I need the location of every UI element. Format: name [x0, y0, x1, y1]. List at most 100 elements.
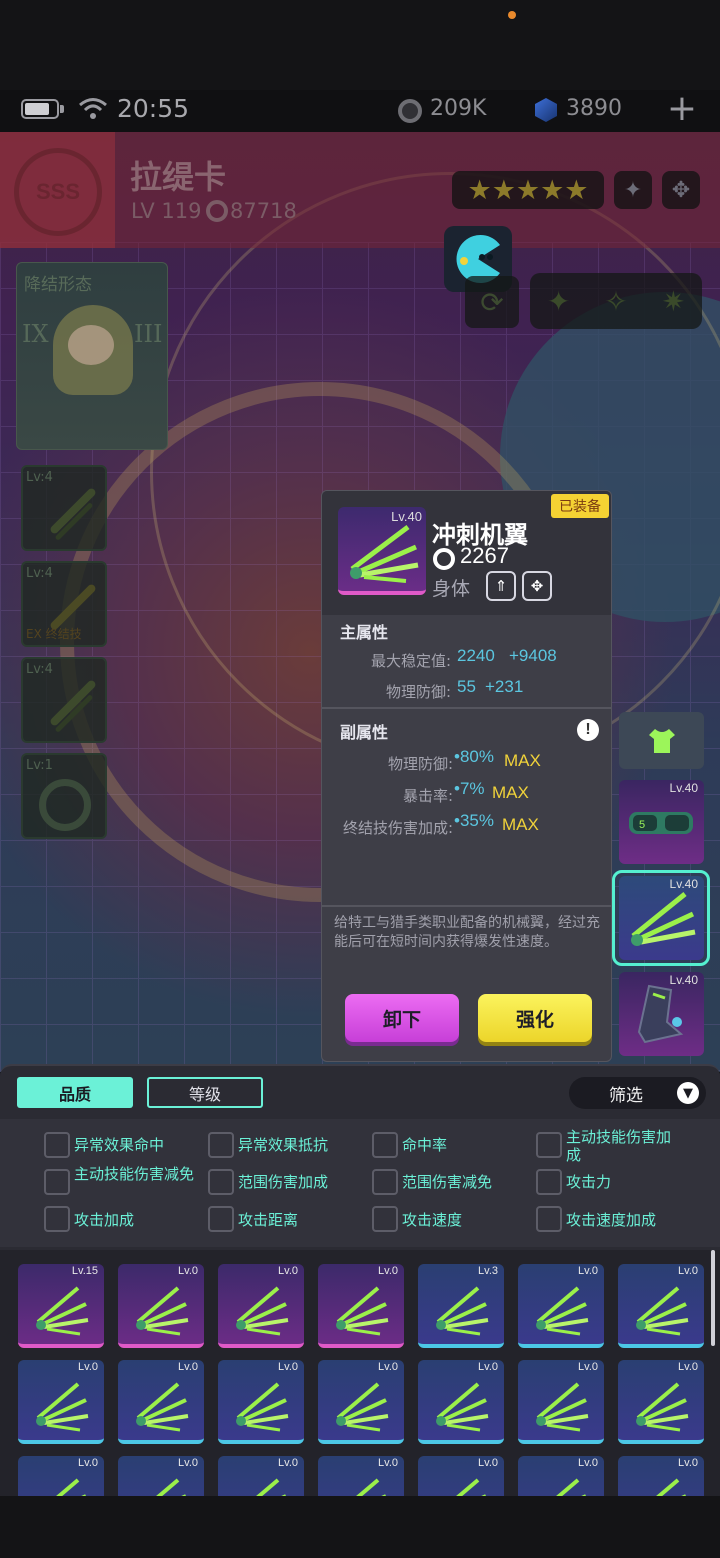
- info-icon[interactable]: !: [577, 719, 599, 741]
- filter-label: 攻击速度: [402, 1211, 463, 1229]
- slot-level: Lv:4: [26, 470, 53, 485]
- side-equip-slot[interactable]: Lv:4: [21, 465, 107, 551]
- inventory-item[interactable]: Lv.0: [618, 1456, 704, 1496]
- filter-checkbox[interactable]: [536, 1132, 562, 1158]
- skill-slot-1[interactable]: ✦: [547, 285, 570, 318]
- enhance-button[interactable]: 强化: [478, 994, 592, 1042]
- filter-checkbox[interactable]: [208, 1169, 234, 1195]
- inventory-item[interactable]: Lv.15: [18, 1264, 104, 1348]
- equip-slot-wings[interactable]: Lv.40: [619, 876, 704, 960]
- wing-icon: [156, 1478, 186, 1496]
- sub-stats-title: 副属性: [340, 723, 389, 742]
- inventory-item[interactable]: Lv.0: [318, 1360, 404, 1444]
- inventory-item[interactable]: Lv.0: [418, 1456, 504, 1496]
- add-currency-button[interactable]: +: [664, 91, 700, 128]
- inventory-item[interactable]: Lv.0: [218, 1360, 304, 1444]
- skill-slot-2[interactable]: ✧: [604, 285, 627, 318]
- item-level: Lv.0: [578, 1361, 598, 1373]
- item-level: Lv.0: [278, 1361, 298, 1373]
- main-stat-row: 物理防御: 55 +231: [322, 677, 611, 703]
- inventory-scrollbar[interactable]: [711, 1250, 715, 1346]
- item-level: Lv.0: [278, 1265, 298, 1277]
- chevron-down-icon[interactable]: ▼: [677, 1082, 699, 1104]
- inventory-item[interactable]: Lv.3: [418, 1264, 504, 1348]
- slot-tag: EX 终结技: [26, 627, 82, 641]
- item-level: Lv.0: [278, 1457, 298, 1469]
- item-level: Lv.0: [178, 1361, 198, 1373]
- stat-name: 终结技伤害加成:: [342, 819, 453, 837]
- equip-slot-goggles[interactable]: Lv.40 5: [619, 780, 704, 864]
- skill-slot-3[interactable]: ✷: [662, 285, 685, 318]
- inventory-item[interactable]: Lv.0: [218, 1264, 304, 1348]
- sparkle-icon: ✦: [623, 177, 643, 203]
- inventory-item[interactable]: Lv.0: [18, 1456, 104, 1496]
- filter-checkbox[interactable]: [372, 1169, 398, 1195]
- wing-icon: [236, 1382, 289, 1432]
- power-icon: [433, 548, 455, 570]
- wing-icon: [236, 1286, 289, 1336]
- wing-icon: [56, 1478, 86, 1496]
- item-level: Lv.0: [78, 1457, 98, 1469]
- body-slot-tab[interactable]: [619, 712, 704, 769]
- side-equip-slot[interactable]: Lv:4: [21, 657, 107, 743]
- wing-icon: [136, 1286, 189, 1336]
- sub-stat-row: 物理防御: •80% MAX: [322, 747, 611, 773]
- filter-checkbox[interactable]: [208, 1132, 234, 1158]
- inventory-item[interactable]: Lv.0: [118, 1360, 204, 1444]
- equip-slot-boots[interactable]: Lv.40: [619, 972, 704, 1056]
- item-level: Lv.0: [578, 1457, 598, 1469]
- side-equip-slot[interactable]: Lv:4 EX 终结技: [21, 561, 107, 647]
- item-level: Lv.0: [178, 1457, 198, 1469]
- wing-icon: [436, 1286, 489, 1336]
- filter-checkbox[interactable]: [372, 1206, 398, 1232]
- inventory-item[interactable]: Lv.0: [118, 1456, 204, 1496]
- class-button[interactable]: ✥: [662, 171, 700, 209]
- inventory-item[interactable]: Lv.0: [518, 1456, 604, 1496]
- item-level: Lv.0: [378, 1361, 398, 1373]
- inventory-item[interactable]: Lv.0: [418, 1360, 504, 1444]
- filter-checkbox[interactable]: [44, 1169, 70, 1195]
- portrait-label: 降结形态: [24, 275, 92, 295]
- stat-name: 最大稳定值:: [370, 652, 451, 670]
- wing-icon: [350, 525, 419, 583]
- sort-quality-tab[interactable]: 品质: [17, 1077, 133, 1108]
- wing-icon: [636, 1382, 689, 1432]
- shirt-icon: [648, 728, 675, 753]
- item-level: Lv.0: [678, 1457, 698, 1469]
- inventory-item[interactable]: Lv.0: [518, 1360, 604, 1444]
- wifi-icon: [79, 98, 107, 119]
- unequip-button[interactable]: 卸下: [345, 994, 459, 1042]
- star-rating: ★★★★★: [452, 171, 604, 209]
- item-level: Lv.0: [378, 1265, 398, 1277]
- awaken-button[interactable]: ✦: [614, 171, 652, 209]
- wing-icon: [656, 1478, 686, 1496]
- divider: [322, 707, 611, 709]
- item-level: Lv.0: [478, 1361, 498, 1373]
- character-level: LV 119: [131, 199, 202, 223]
- inventory-item[interactable]: Lv.0: [18, 1360, 104, 1444]
- wing-icon: [36, 1286, 89, 1336]
- inventory-item[interactable]: Lv.0: [318, 1264, 404, 1348]
- rank-badge: SSS: [14, 148, 102, 236]
- inventory-item[interactable]: Lv.0: [518, 1264, 604, 1348]
- swap-button[interactable]: ⟳: [465, 276, 519, 328]
- filter-label: 攻击速度加成: [566, 1211, 657, 1229]
- sort-level-tab[interactable]: 等级: [147, 1077, 263, 1108]
- side-equip-slot[interactable]: Lv:1: [21, 753, 107, 839]
- filter-checkbox[interactable]: [536, 1206, 562, 1232]
- inventory-item[interactable]: Lv.0: [618, 1360, 704, 1444]
- filter-checkbox[interactable]: [372, 1132, 398, 1158]
- filter-checkbox[interactable]: [536, 1169, 562, 1195]
- wing-icon: [336, 1382, 389, 1432]
- filter-checkbox[interactable]: [44, 1206, 70, 1232]
- filter-checkbox[interactable]: [44, 1132, 70, 1158]
- inventory-item[interactable]: Lv.0: [618, 1264, 704, 1348]
- inventory-item[interactable]: Lv.0: [318, 1456, 404, 1496]
- inventory-item[interactable]: Lv.0: [218, 1456, 304, 1496]
- filter-label: 范围伤害加成: [238, 1173, 329, 1191]
- roman-numeral: III: [134, 320, 163, 348]
- filter-checkbox[interactable]: [208, 1206, 234, 1232]
- inventory-item[interactable]: Lv.0: [118, 1264, 204, 1348]
- wing-icon: [356, 1478, 386, 1496]
- wing-icon: [556, 1478, 586, 1496]
